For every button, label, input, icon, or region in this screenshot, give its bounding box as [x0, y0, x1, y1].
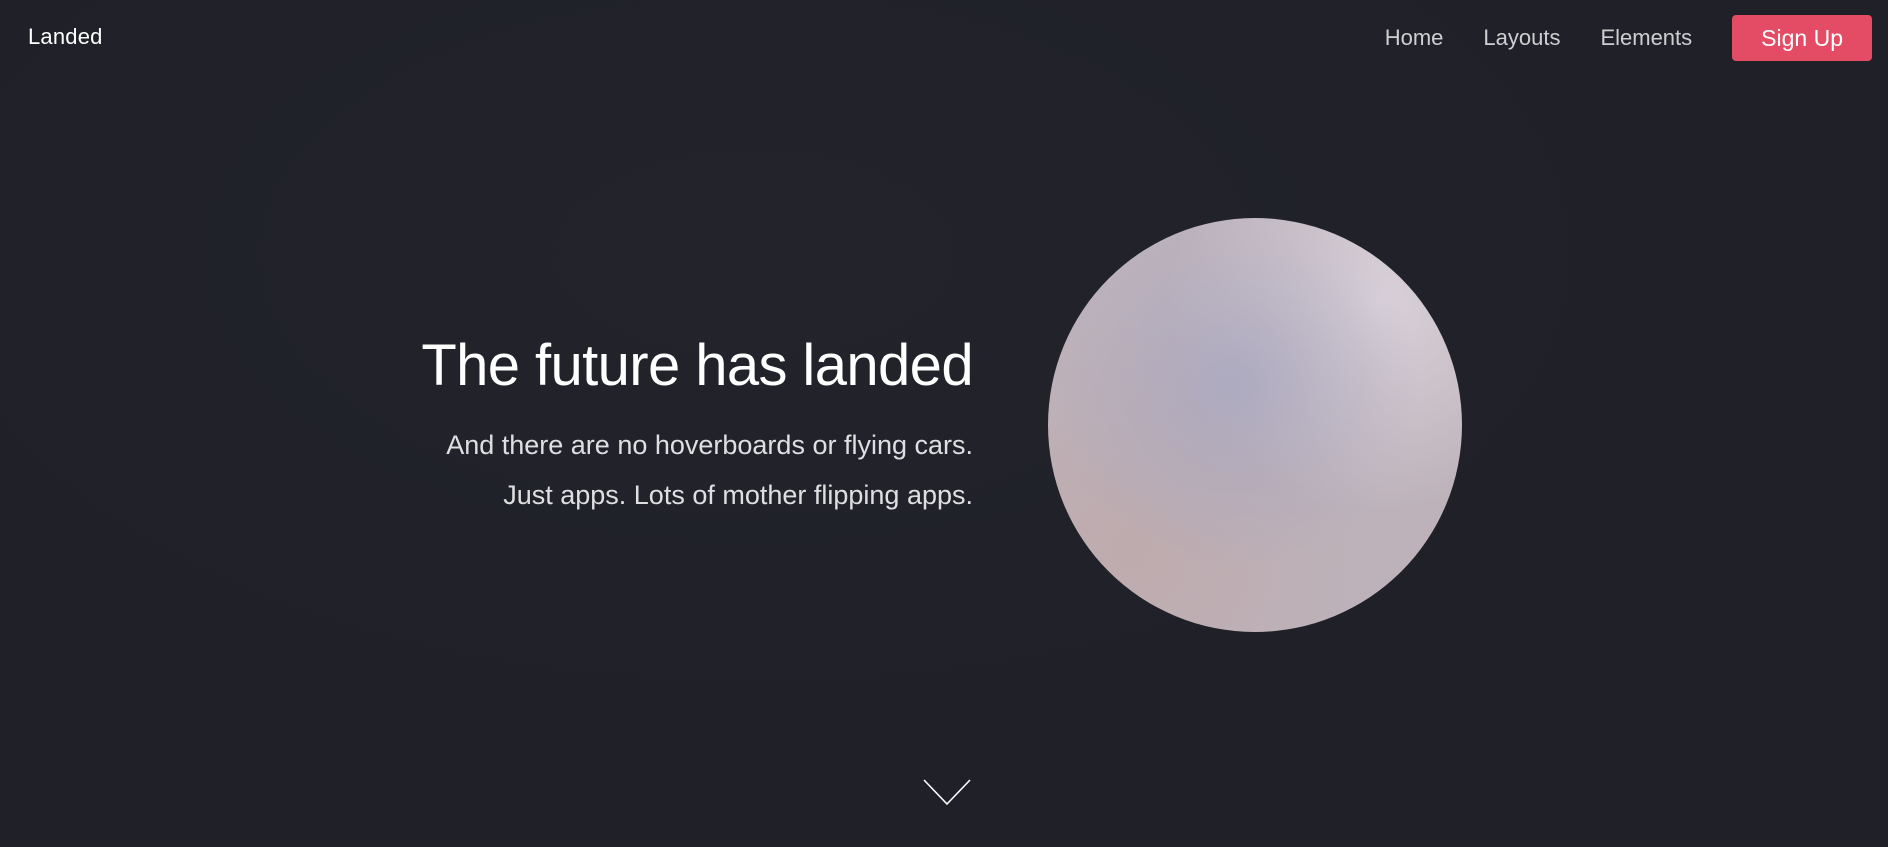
landing-page: Landed Home Layouts Elements Sign Up The… [0, 0, 1888, 847]
hero-circle-image [1048, 218, 1462, 632]
sign-up-button[interactable]: Sign Up [1732, 15, 1872, 61]
nav-layouts[interactable]: Layouts [1483, 15, 1560, 61]
hero-tagline-line-1: And there are no hoverboards or flying c… [446, 430, 973, 460]
hero-text: The future has landed And there are no h… [213, 330, 973, 520]
nav-home[interactable]: Home [1385, 15, 1444, 61]
nav-elements[interactable]: Elements [1600, 15, 1692, 61]
scroll-down-icon[interactable] [922, 778, 972, 806]
main-nav: Home Layouts Elements Sign Up [1385, 15, 1872, 61]
hero-title: The future has landed [421, 333, 973, 398]
site-logo[interactable]: Landed [28, 24, 103, 50]
site-header: Landed Home Layouts Elements Sign Up [0, 0, 1888, 76]
hero-tagline-line-2: Just apps. Lots of mother flipping apps. [503, 480, 973, 510]
